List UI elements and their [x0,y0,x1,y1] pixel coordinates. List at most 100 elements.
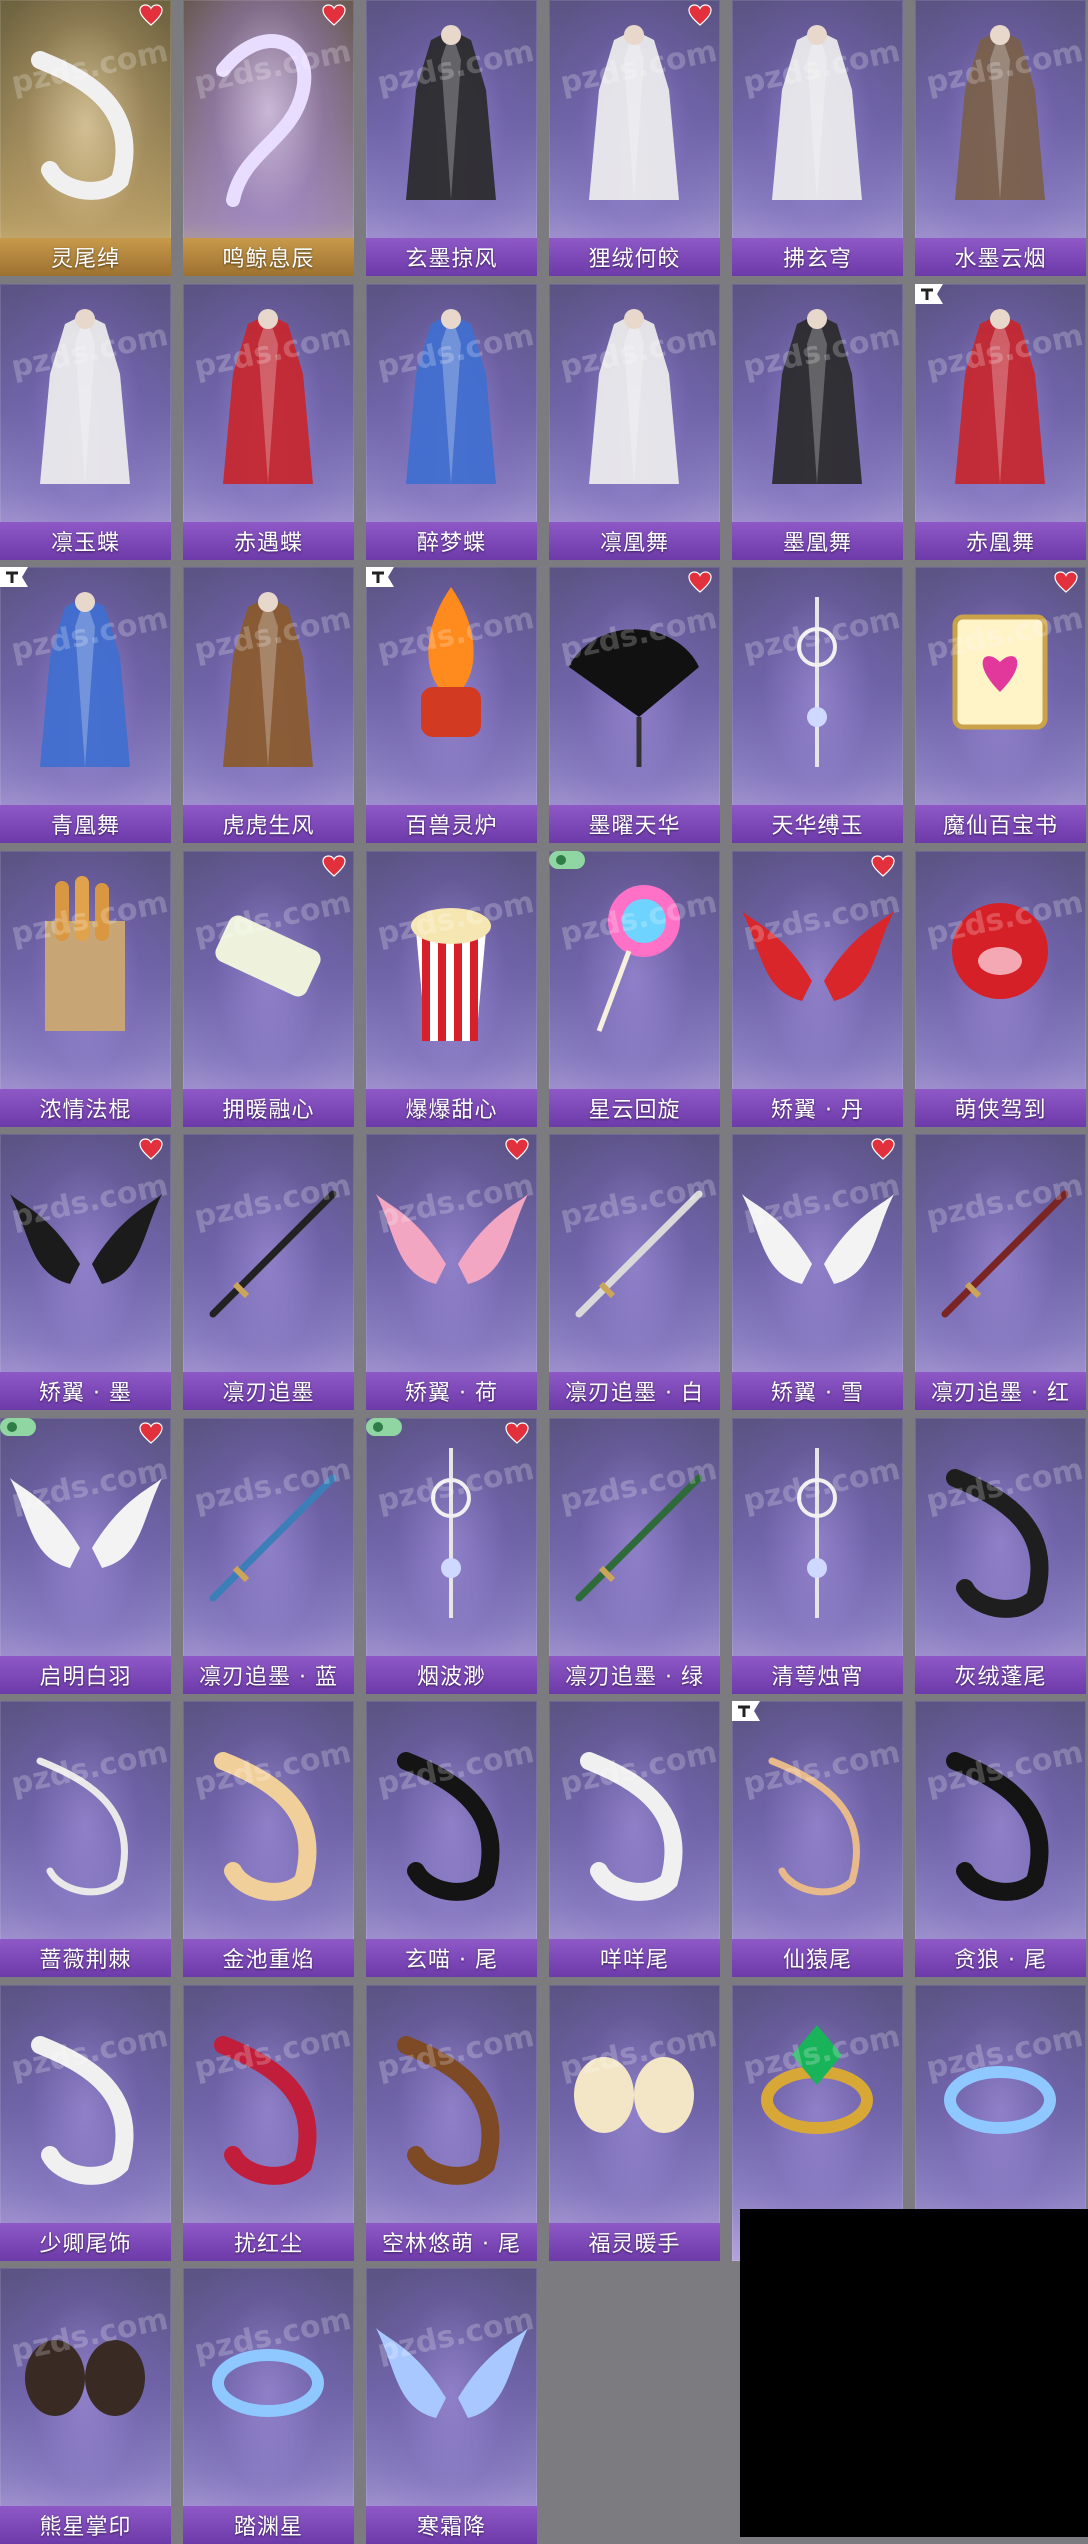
item-label-bar: 贪狼 · 尾 [915,1939,1086,1977]
item-label-bar: 醉梦蝶 [366,522,537,560]
item-name: 玄墨掠风 [405,247,498,272]
item-name: 灰绒蓬尾 [954,1665,1047,1690]
white-angel-wings-icon [10,1478,162,1568]
item-card[interactable]: pzds.com 寒霜降 [366,2268,537,2544]
item-card[interactable]: pzds.com 咩咩尾 [549,1701,720,1977]
item-card[interactable]: pzds.com 灵尾绰 [0,0,171,276]
item-name: 扰红尘 [233,2232,303,2257]
item-card[interactable]: pzds.com 凛刃追墨 · 白 [549,1134,720,1410]
item-label-bar: 魔仙百宝书 [915,805,1086,843]
item-card[interactable]: pzds.com 灰绒蓬尾 [915,1418,1086,1694]
item-label-bar: 启明白羽 [0,1656,171,1694]
item-card[interactable]: pzds.com 金池重焰 [183,1701,354,1977]
golden-tail-icon [214,1752,317,1901]
item-card[interactable]: pzds.com 启明白羽 [0,1418,171,1694]
frost-wings-icon [376,2328,528,2418]
item-label-bar: 熊星掌印 [0,2506,171,2544]
favorite-heart-icon [139,1422,163,1444]
item-label-bar: 狸绒何皎 [549,238,720,276]
item-card[interactable]: pzds.com 矫翼 · 丹 [732,851,903,1127]
item-name: 金池重焰 [222,1948,315,1973]
item-card[interactable]: pzds.com 踏渊星 [183,2268,354,2544]
item-card[interactable]: pzds.com 狸绒何皎 [549,0,720,276]
popcorn-icon [411,908,491,1041]
item-name: 福灵暖手 [588,2232,681,2257]
wolf-tail-icon [946,1752,1049,1901]
item-label-bar: 蔷薇荆棘 [0,1939,171,1977]
item-card[interactable]: pzds.com 天华缚玉 [732,567,903,843]
item-card[interactable]: pzds.com 爆爆甜心 [366,851,537,1127]
black-cloak-icon [406,25,496,200]
item-label-bar: 玄墨掠风 [366,238,537,276]
item-card[interactable]: pzds.com 赤凰舞 [915,284,1086,560]
item-label-bar: 凛凰舞 [549,522,720,560]
item-card[interactable]: pzds.com 青凰舞 [0,567,171,843]
item-card[interactable]: pzds.com 扰红尘 [183,1985,354,2261]
item-card[interactable]: pzds.com 虎虎生风 [183,567,354,843]
item-card[interactable]: pzds.com 拂玄穹 [732,0,903,276]
item-name: 矫翼 · 丹 [771,1098,864,1123]
item-card[interactable]: pzds.com 鸣鲸息辰 [183,0,354,276]
item-label-bar: 凛刃追墨 · 绿 [549,1656,720,1694]
item-card[interactable]: pzds.com 赤遇蝶 [183,284,354,560]
item-card[interactable]: pzds.com 矫翼 · 雪 [732,1134,903,1410]
item-card[interactable]: pzds.com 空林悠萌 · 尾 [366,1985,537,2261]
item-card[interactable]: pzds.com 矫翼 · 墨 [0,1134,171,1410]
spirit-whale-icon [216,34,312,207]
item-label-bar: 百兽灵炉 [366,805,537,843]
item-card[interactable]: pzds.com 玄墨掠风 [366,0,537,276]
item-card[interactable]: pzds.com 蔷薇荆棘 [0,1701,171,1977]
item-name: 熊星掌印 [39,2515,132,2540]
item-card[interactable]: pzds.com 魔仙百宝书 [915,567,1086,843]
favorite-heart-icon [139,1138,163,1160]
item-card[interactable]: pzds.com 墨曜天华 [549,567,720,843]
item-card[interactable]: pzds.com 浓情法棍 [0,851,171,1127]
favorite-heart-icon [688,4,712,26]
fire-censer-icon [421,587,481,737]
item-name: 少卿尾饰 [39,2232,132,2257]
item-card[interactable]: pzds.com 玄喵 · 尾 [366,1701,537,1977]
item-label-bar: 青凰舞 [0,805,171,843]
item-card[interactable]: pzds.com 少卿尾饰 [0,1985,171,2261]
item-card[interactable]: pzds.com 仙猿尾 [732,1701,903,1977]
monkey-tail-icon [768,1757,860,1896]
item-card[interactable]: pzds.com 凛刃追墨 [183,1134,354,1410]
favorite-heart-icon [505,1422,529,1444]
special-tag-icon [366,1418,402,1436]
item-card[interactable]: pzds.com 凛刃追墨 · 红 [915,1134,1086,1410]
fox-tail-ribbon-icon [31,51,134,200]
item-label-bar: 凛刃追墨 · 白 [549,1372,720,1410]
favorite-heart-icon [322,4,346,26]
white-wings-icon [742,1194,894,1284]
item-card[interactable]: pzds.com 凛凰舞 [549,284,720,560]
item-card[interactable]: pzds.com 水墨云烟 [915,0,1086,276]
item-name: 清萼烛宵 [771,1665,864,1690]
tiger-costume-icon [223,592,313,767]
item-card[interactable]: pzds.com 凛刃追墨 · 绿 [549,1418,720,1694]
item-name: 水墨云烟 [954,247,1047,272]
item-name: 拥暖融心 [222,1098,315,1123]
item-name: 空林悠萌 · 尾 [382,2232,521,2257]
item-card[interactable]: pzds.com 清萼烛宵 [732,1418,903,1694]
item-card[interactable]: pzds.com 贪狼 · 尾 [915,1701,1086,1977]
item-label-bar: 凛刃追墨 · 蓝 [183,1656,354,1694]
item-card[interactable]: pzds.com 矫翼 · 荷 [366,1134,537,1410]
item-label-bar: 灵尾绰 [0,238,171,276]
dark-sword-icon [209,1190,337,1318]
item-card[interactable]: pzds.com 拥暖融心 [183,851,354,1127]
item-label-bar: 寒霜降 [366,2506,537,2544]
item-card[interactable]: pzds.com 星云回旋 [549,851,720,1127]
favorite-heart-icon [688,571,712,593]
item-label-bar: 清萼烛宵 [732,1656,903,1694]
item-card[interactable]: pzds.com 凛玉蝶 [0,284,171,560]
item-card[interactable]: pzds.com 醉梦蝶 [366,284,537,560]
item-card[interactable]: pzds.com 百兽灵炉 [366,567,537,843]
item-card[interactable]: pzds.com 烟波渺 [366,1418,537,1694]
silver-pendant-icon [797,597,837,767]
item-card[interactable]: pzds.com 福灵暖手 [549,1985,720,2261]
item-card[interactable]: pzds.com 熊星掌印 [0,2268,171,2544]
item-card[interactable]: pzds.com 墨凰舞 [732,284,903,560]
item-card[interactable]: pzds.com 凛刃追墨 · 蓝 [183,1418,354,1694]
white-fur-cloak-icon [589,25,679,200]
item-card[interactable]: pzds.com 萌侠驾到 [915,851,1086,1127]
